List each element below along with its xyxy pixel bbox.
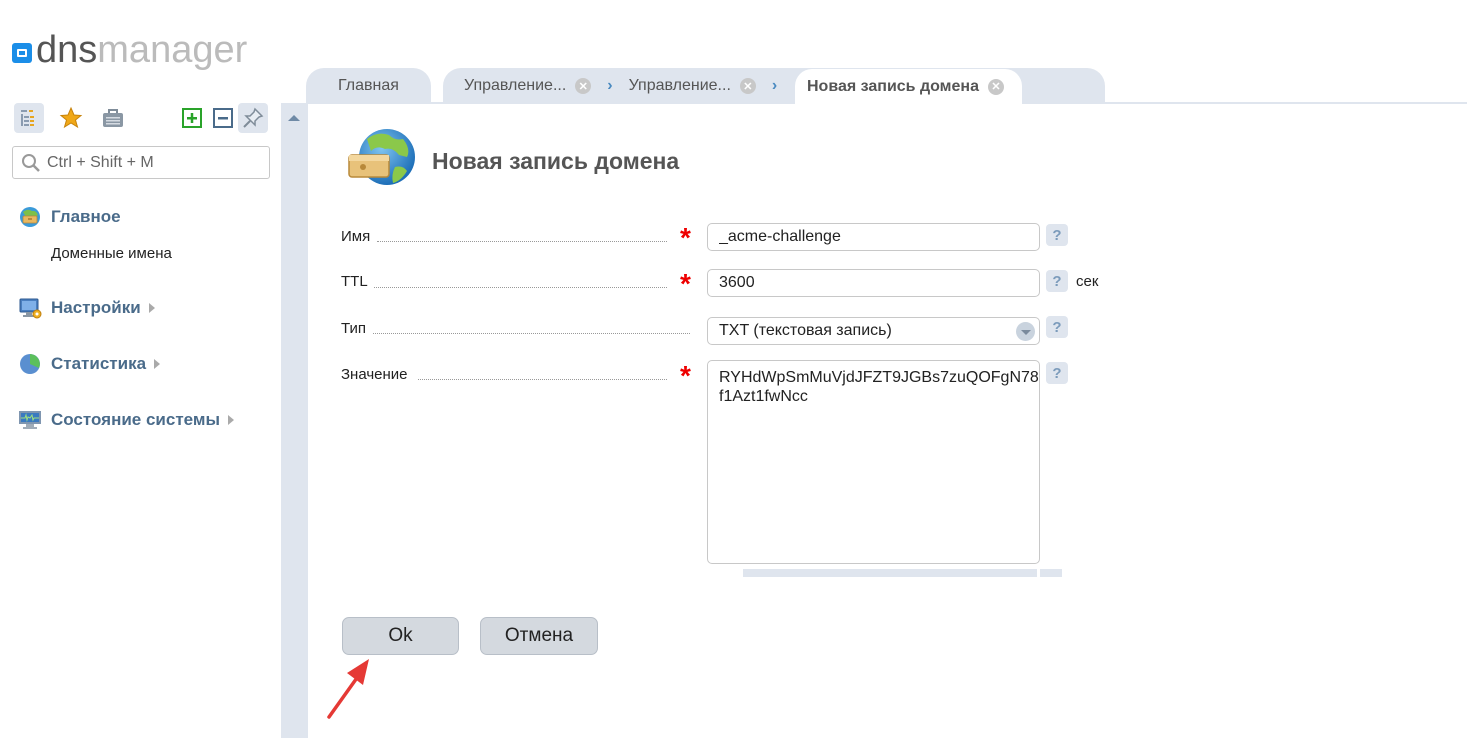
expand-all-button[interactable]: [177, 103, 207, 133]
label-leader: [374, 287, 667, 288]
close-tab-icon[interactable]: ✕: [987, 78, 1004, 95]
tab-main[interactable]: Главная: [306, 68, 431, 104]
field-label-name: Имя: [341, 228, 371, 245]
label-leader: [418, 379, 667, 380]
chevron-right-icon: ›: [607, 77, 613, 94]
sidebar-search[interactable]: [12, 146, 270, 179]
sidebar-item-label: Настройки: [51, 298, 141, 317]
ok-button[interactable]: Ok: [342, 617, 459, 655]
name-input[interactable]: [707, 223, 1040, 251]
sidebar-item-settings[interactable]: Настройки: [18, 296, 155, 320]
pie-chart-icon: [20, 354, 40, 374]
settings-monitor-icon: [19, 298, 42, 319]
pin-icon: [243, 107, 264, 128]
annotation-arrow-icon: [327, 659, 369, 719]
tab-new-domain-record[interactable]: Новая запись домена ✕: [794, 68, 1023, 104]
search-icon: [22, 153, 40, 172]
help-icon[interactable]: ?: [1046, 224, 1068, 246]
sidebar-item-label: Состояние системы: [51, 410, 220, 429]
sidebar-item-label: Статистика: [51, 354, 147, 373]
type-select[interactable]: TXT (текстовая запись): [707, 317, 1040, 345]
favorites-button[interactable]: [56, 103, 86, 133]
sidebar-item-label: Главное: [51, 207, 121, 226]
collapse-all-button[interactable]: [208, 103, 238, 133]
cancel-button[interactable]: Отмена: [480, 617, 598, 655]
help-icon[interactable]: ?: [1046, 362, 1068, 384]
help-icon[interactable]: ?: [1046, 316, 1068, 338]
search-input[interactable]: [47, 153, 247, 172]
tab-label[interactable]: Управление...: [464, 77, 566, 95]
field-label-value: Значение: [341, 366, 408, 383]
textarea-resize-bar[interactable]: [743, 569, 1037, 577]
label-leader: [373, 333, 690, 334]
sidebar-item-main[interactable]: Главное: [18, 205, 121, 229]
sidebar-item-system-state[interactable]: Состояние системы: [18, 408, 234, 432]
globe-drawer-icon: [348, 129, 415, 185]
page-title: Новая запись домена: [432, 148, 680, 174]
tree-view-button[interactable]: [14, 103, 44, 133]
tree-view-icon: [21, 110, 34, 126]
close-tab-icon[interactable]: ✕: [739, 78, 756, 94]
tab-bar: Главная Управление... ✕ › Управление... …: [306, 68, 1467, 104]
tab-label: Главная: [338, 77, 399, 94]
ttl-unit-label: сек: [1076, 273, 1099, 290]
required-mark: *: [680, 268, 691, 299]
collapse-up-icon: [288, 115, 300, 121]
dropdown-arrow-icon: [1016, 322, 1035, 341]
ttl-input[interactable]: [707, 269, 1040, 297]
tab-label: Новая запись домена: [807, 77, 979, 95]
logo-text-dns: dns: [36, 28, 98, 71]
sidebar-toolbar: [14, 103, 270, 133]
chevron-right-icon: ›: [771, 77, 778, 94]
sidebar-collapse-bar[interactable]: [281, 103, 308, 738]
star-icon: [59, 106, 83, 129]
field-label-type: Тип: [341, 320, 367, 337]
logo-text-manager: manager: [97, 28, 248, 71]
home-globe-icon: [20, 207, 40, 227]
help-icon[interactable]: ?: [1046, 270, 1068, 292]
value-textarea[interactable]: RYHdWpSmMuVjdJFZT9JGBs7zuQOFgN78f1Azt1fw…: [707, 360, 1040, 564]
textarea-resize-handle[interactable]: [1040, 569, 1062, 577]
chevron-right-icon: [148, 303, 155, 313]
type-select-value: TXT (текстовая запись): [719, 322, 892, 339]
app-logo: dns manager: [12, 28, 248, 71]
system-monitor-icon: [19, 411, 41, 429]
close-tab-icon[interactable]: ✕: [575, 78, 592, 94]
required-mark: *: [680, 222, 691, 253]
required-mark: *: [680, 360, 691, 391]
plus-icon: [182, 108, 202, 128]
sidebar-item-statistics[interactable]: Статистика: [18, 352, 161, 376]
minus-icon: [213, 108, 233, 128]
chevron-right-icon: [154, 359, 161, 369]
briefcase-icon: [103, 109, 123, 127]
logo-icon: [12, 43, 32, 63]
field-label-ttl: TTL: [341, 273, 368, 290]
label-leader: [377, 241, 667, 242]
pin-button[interactable]: [238, 103, 268, 133]
sidebar-subitem-domain-names[interactable]: Доменные имена: [51, 245, 172, 262]
tab-label[interactable]: Управление...: [629, 77, 731, 95]
briefcase-button[interactable]: [98, 103, 128, 133]
chevron-right-icon: [227, 415, 234, 425]
